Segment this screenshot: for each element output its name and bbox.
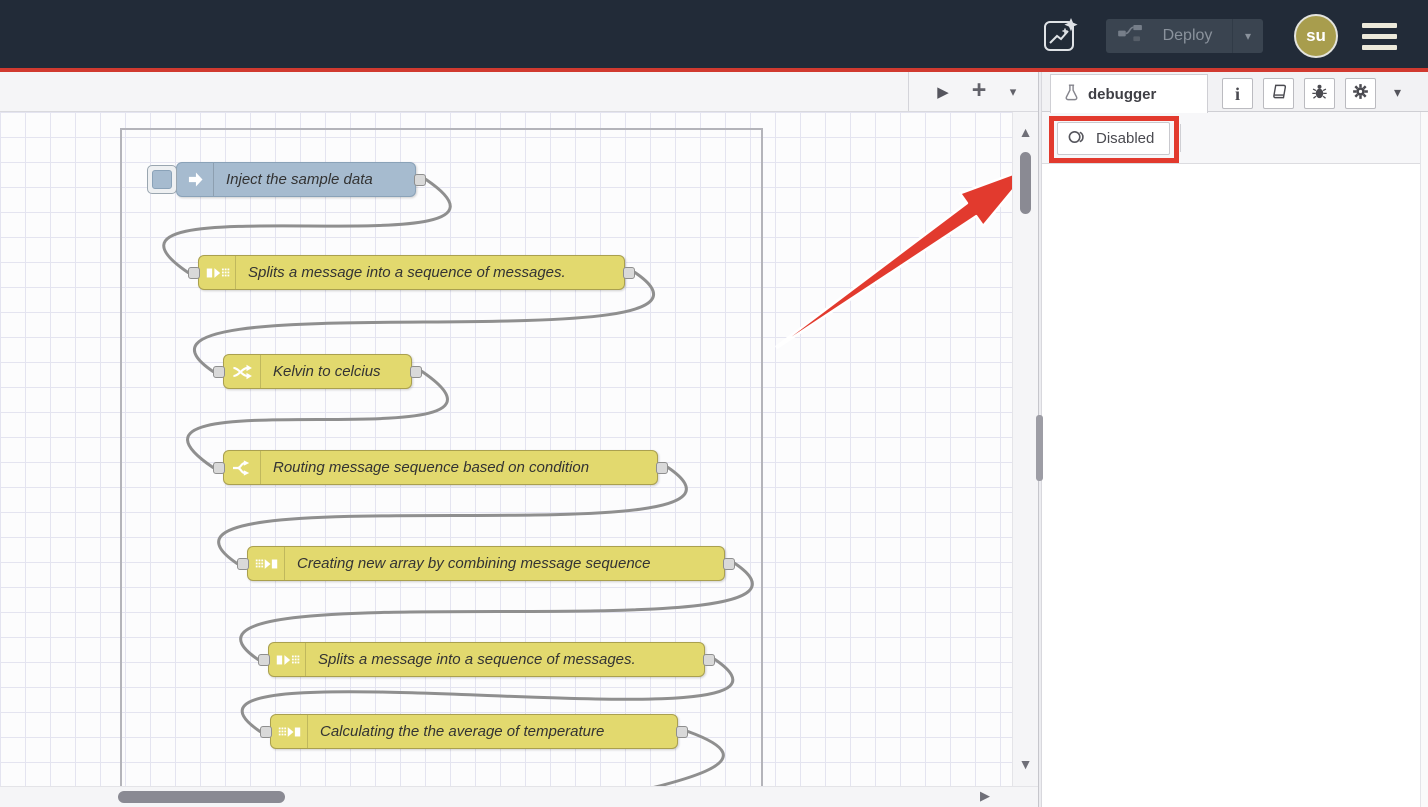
flask-icon (1064, 84, 1079, 105)
input-port[interactable] (213, 462, 225, 474)
split-icon (269, 643, 306, 676)
sidebar-options-caret[interactable]: ▾ (1394, 84, 1401, 101)
flow-node-switch[interactable]: Routing message sequence based on condit… (223, 450, 658, 485)
bug-icon (1311, 83, 1328, 105)
next-tab-button[interactable]: ▶ (928, 72, 958, 111)
flow-node-inject[interactable]: Inject the sample data (176, 162, 416, 197)
scroll-down-arrow-icon[interactable]: ▼ (1013, 756, 1038, 772)
flow-node-join[interactable]: Creating new array by combining message … (247, 546, 725, 581)
node-label: Creating new array by combining message … (285, 555, 663, 572)
join-icon (248, 547, 285, 580)
user-avatar[interactable]: su (1294, 14, 1338, 58)
output-port[interactable] (703, 654, 715, 666)
change-icon (224, 355, 261, 388)
library-button[interactable] (1263, 78, 1294, 109)
app-header: Deploy ▾ su (0, 0, 1428, 68)
node-label: Routing message sequence based on condit… (261, 459, 601, 476)
output-port[interactable] (410, 366, 422, 378)
flow-node-join[interactable]: Calculating the the average of temperatu… (270, 714, 678, 749)
hamburger-menu-icon (1362, 23, 1397, 28)
sidebar-tab-bar: debugger i (1042, 72, 1428, 112)
ai-assistant-button[interactable] (1042, 16, 1080, 54)
input-port[interactable] (213, 366, 225, 378)
canvas-vertical-scrollbar[interactable]: ▲ ▼ (1012, 112, 1038, 786)
output-port[interactable] (656, 462, 668, 474)
node-label: Kelvin to celcius (261, 363, 393, 380)
flow-tab-strip: ▶ + ▾ (0, 72, 1040, 112)
add-flow-button[interactable]: + (962, 72, 996, 111)
ai-flow-icon (1042, 41, 1080, 58)
sidebar: debugger i (1042, 72, 1428, 807)
flow-node-split[interactable]: Splits a message into a sequence of mess… (268, 642, 705, 677)
sidebar-scrollbar[interactable] (1420, 112, 1428, 807)
debug-toolbar: Disabled (1042, 112, 1428, 164)
settings-button[interactable] (1345, 78, 1376, 109)
tab-debugger[interactable]: debugger (1050, 74, 1208, 113)
flow-canvas[interactable]: Inject the sample data Splits a message i… (0, 112, 1040, 786)
info-button[interactable]: i (1222, 78, 1253, 109)
header-accent-line (0, 68, 1428, 72)
wires-layer (0, 112, 1040, 786)
main-menu-button[interactable] (1362, 23, 1397, 50)
debug-messages-button[interactable] (1304, 78, 1335, 109)
input-port[interactable] (188, 267, 200, 279)
tab-debugger-label: debugger (1088, 86, 1156, 103)
scroll-up-arrow-icon[interactable]: ▲ (1013, 124, 1038, 140)
sidebar-tool-buttons: i (1222, 78, 1376, 109)
node-label: Splits a message into a sequence of mess… (236, 264, 578, 281)
canvas-horizontal-scrollbar[interactable]: ▶ (0, 786, 1038, 807)
flow-node-split[interactable]: Splits a message into a sequence of mess… (198, 255, 625, 290)
inject-trigger-button[interactable] (147, 165, 177, 194)
join-icon (271, 715, 308, 748)
inject-arrow-icon (177, 163, 214, 196)
deploy-nodes-icon (1118, 24, 1143, 48)
annotation-highlight-box (1049, 116, 1179, 163)
info-icon: i (1235, 85, 1240, 103)
split-icon (199, 256, 236, 289)
input-port[interactable] (258, 654, 270, 666)
deploy-button[interactable]: Deploy ▾ (1106, 19, 1263, 53)
node-label: Inject the sample data (214, 171, 385, 188)
node-red-editor: Deploy ▾ su ▶ + ▾ Inject the sample data… (0, 0, 1428, 807)
input-port[interactable] (237, 558, 249, 570)
output-port[interactable] (723, 558, 735, 570)
node-label: Calculating the the average of temperatu… (308, 723, 616, 740)
node-label: Splits a message into a sequence of mess… (306, 651, 648, 668)
switch-icon (224, 451, 261, 484)
output-port[interactable] (623, 267, 635, 279)
vertical-scroll-thumb[interactable] (1020, 152, 1031, 214)
tabstrip-separator (908, 72, 909, 111)
input-port[interactable] (260, 726, 272, 738)
sidebar-resize-handle[interactable] (1036, 415, 1043, 481)
deploy-options-caret[interactable]: ▾ (1232, 19, 1263, 53)
gear-icon (1352, 83, 1369, 105)
horizontal-scroll-thumb[interactable] (118, 791, 285, 803)
toolbar-separator (1180, 124, 1181, 152)
deploy-button-label: Deploy (1143, 27, 1232, 45)
debug-messages-panel (1042, 164, 1428, 806)
output-port[interactable] (676, 726, 688, 738)
output-port[interactable] (414, 174, 426, 186)
scroll-right-arrow-icon[interactable]: ▶ (980, 788, 990, 804)
book-icon (1270, 83, 1287, 105)
flow-list-button[interactable]: ▾ (998, 72, 1028, 111)
flow-node-change[interactable]: Kelvin to celcius (223, 354, 412, 389)
